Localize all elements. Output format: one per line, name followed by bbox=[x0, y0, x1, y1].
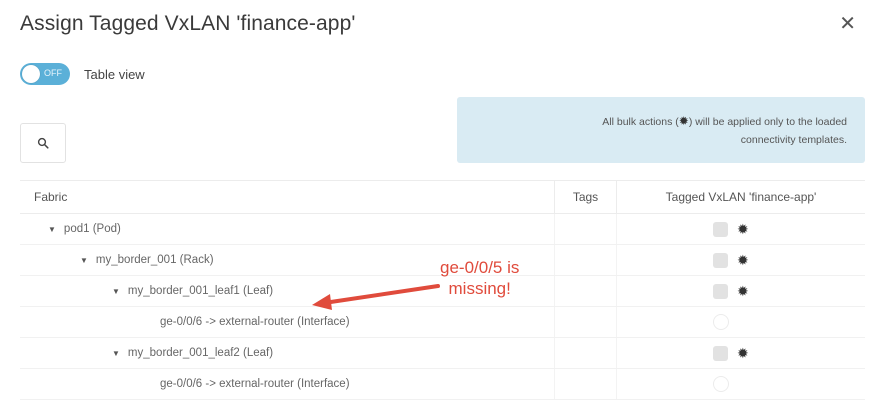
table-header: Fabric Tags Tagged VxLAN 'finance-app' bbox=[20, 180, 865, 214]
assign-radio[interactable] bbox=[713, 314, 729, 330]
tags-cell bbox=[555, 276, 617, 306]
fabric-cell: ▼ my_border_001_leaf2 (Leaf) bbox=[20, 338, 555, 368]
info-text-start: All bulk actions ( bbox=[602, 116, 679, 128]
table-row: ▼ my_border_001_leaf2 (Leaf) ✹ bbox=[20, 338, 865, 369]
table-view-toggle[interactable]: OFF bbox=[20, 63, 70, 85]
toggle-knob bbox=[22, 65, 40, 83]
table-view-toggle-group: OFF Table view bbox=[20, 63, 145, 85]
row-label: ge-0/0/6 -> external-router (Interface) bbox=[160, 316, 350, 328]
assign-radio[interactable] bbox=[713, 376, 729, 392]
fabric-cell: ▼ pod1 (Pod) bbox=[20, 214, 555, 244]
row-label: ge-0/0/6 -> external-router (Interface) bbox=[160, 378, 350, 390]
row-label: pod1 (Pod) bbox=[63, 223, 121, 235]
table-row: ▼ pod1 (Pod) ✹ bbox=[20, 214, 865, 245]
caret-down-icon[interactable]: ▼ bbox=[112, 349, 120, 358]
tags-cell bbox=[555, 307, 617, 337]
gear-icon: ✹ bbox=[678, 114, 689, 128]
search-icon bbox=[37, 137, 49, 149]
table-row: ge-0/0/6 -> external-router (Interface) bbox=[20, 307, 865, 338]
row-label: my_border_001 (Rack) bbox=[95, 254, 214, 266]
row-label: my_border_001_leaf2 (Leaf) bbox=[127, 347, 274, 359]
header-tags[interactable]: Tags bbox=[555, 181, 617, 213]
tagged-cell bbox=[617, 307, 865, 337]
caret-down-icon[interactable]: ▼ bbox=[112, 287, 120, 296]
annotation-text: ge-0/0/5 is missing! bbox=[440, 257, 519, 299]
gear-icon[interactable]: ✹ bbox=[737, 284, 749, 298]
gear-icon[interactable]: ✹ bbox=[737, 222, 749, 236]
annotation-line2: missing! bbox=[448, 279, 511, 298]
gear-icon[interactable]: ✹ bbox=[737, 253, 749, 267]
tags-cell bbox=[555, 338, 617, 368]
info-text-end: ) will be applied only to the loaded bbox=[688, 116, 847, 128]
tagged-cell: ✹ bbox=[617, 245, 865, 275]
fabric-cell: ge-0/0/6 -> external-router (Interface) bbox=[20, 307, 555, 337]
caret-down-icon[interactable]: ▼ bbox=[48, 225, 56, 234]
caret-down-icon[interactable]: ▼ bbox=[80, 256, 88, 265]
tags-cell bbox=[555, 214, 617, 244]
assign-checkbox[interactable] bbox=[713, 252, 728, 268]
row-label: my_border_001_leaf1 (Leaf) bbox=[127, 285, 274, 297]
tagged-cell: ✹ bbox=[617, 214, 865, 244]
dialog-title: Assign Tagged VxLAN 'finance-app' bbox=[20, 12, 356, 35]
tagged-cell: ✹ bbox=[617, 338, 865, 368]
search-button[interactable] bbox=[20, 123, 66, 163]
bulk-actions-info-box: All bulk actions (✹) will be applied onl… bbox=[457, 97, 865, 163]
fabric-cell: ge-0/0/6 -> external-router (Interface) bbox=[20, 369, 555, 399]
tagged-cell bbox=[617, 369, 865, 399]
toggle-label: Table view bbox=[84, 66, 145, 82]
header-fabric[interactable]: Fabric bbox=[20, 181, 555, 213]
annotation-line1: ge-0/0/5 is bbox=[440, 258, 520, 277]
tags-cell bbox=[555, 245, 617, 275]
assign-checkbox[interactable] bbox=[713, 283, 728, 299]
assign-checkbox[interactable] bbox=[713, 345, 728, 361]
close-icon[interactable]: ✕ bbox=[839, 14, 856, 34]
assign-checkbox[interactable] bbox=[713, 221, 728, 237]
tagged-cell: ✹ bbox=[617, 276, 865, 306]
header-tagged-vxlan: Tagged VxLAN 'finance-app' bbox=[665, 190, 817, 204]
info-text-line2: connectivity templates. bbox=[740, 134, 847, 146]
gear-icon[interactable]: ✹ bbox=[737, 346, 749, 360]
toggle-state-text: OFF bbox=[44, 68, 62, 78]
tags-cell bbox=[555, 369, 617, 399]
table-row: ge-0/0/6 -> external-router (Interface) bbox=[20, 369, 865, 400]
